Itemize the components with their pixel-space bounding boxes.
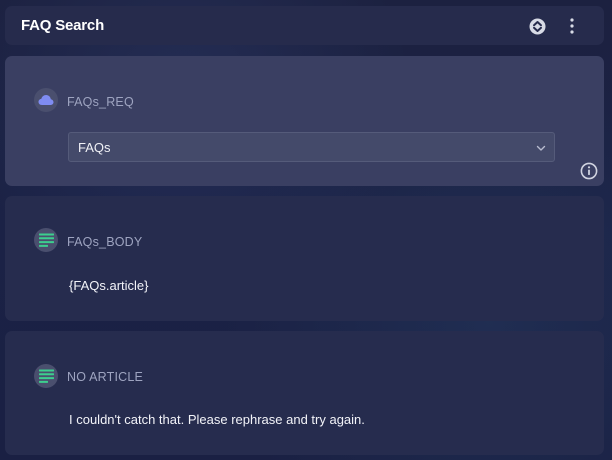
more-vertical-icon [570, 18, 574, 34]
faq-source-select-value: FAQs [78, 140, 111, 155]
text-lines-icon [38, 369, 54, 383]
faq-source-select[interactable]: FAQs [68, 132, 555, 162]
block-title[interactable]: FAQ Search [21, 17, 104, 34]
cloud-icon [38, 95, 54, 105]
faq-body-step-card[interactable]: FAQs_BODY {FAQs.article} [5, 196, 604, 321]
info-icon[interactable] [580, 162, 598, 180]
request-step-card[interactable]: FAQs_REQ FAQs [5, 56, 604, 186]
body-step-text[interactable]: {FAQs.article} [69, 278, 148, 293]
chevron-down-icon [536, 145, 546, 151]
body-step-label: FAQs_BODY [67, 235, 143, 249]
body-icon-badge [34, 228, 58, 252]
block-header: FAQ Search [5, 6, 604, 45]
more-options-button[interactable] [562, 16, 582, 36]
no-article-step-label: NO ARTICLE [67, 370, 144, 384]
request-icon-badge [34, 88, 58, 112]
collapse-circle-icon [529, 18, 545, 34]
collapse-button[interactable] [527, 16, 547, 36]
no-article-step-text[interactable]: I couldn't catch that. Please rephrase a… [69, 412, 365, 427]
no-article-step-card[interactable]: NO ARTICLE I couldn't catch that. Please… [5, 331, 604, 455]
text-lines-icon [38, 233, 54, 247]
no-article-icon-badge [34, 364, 58, 388]
request-step-label: FAQs_REQ [67, 95, 134, 109]
